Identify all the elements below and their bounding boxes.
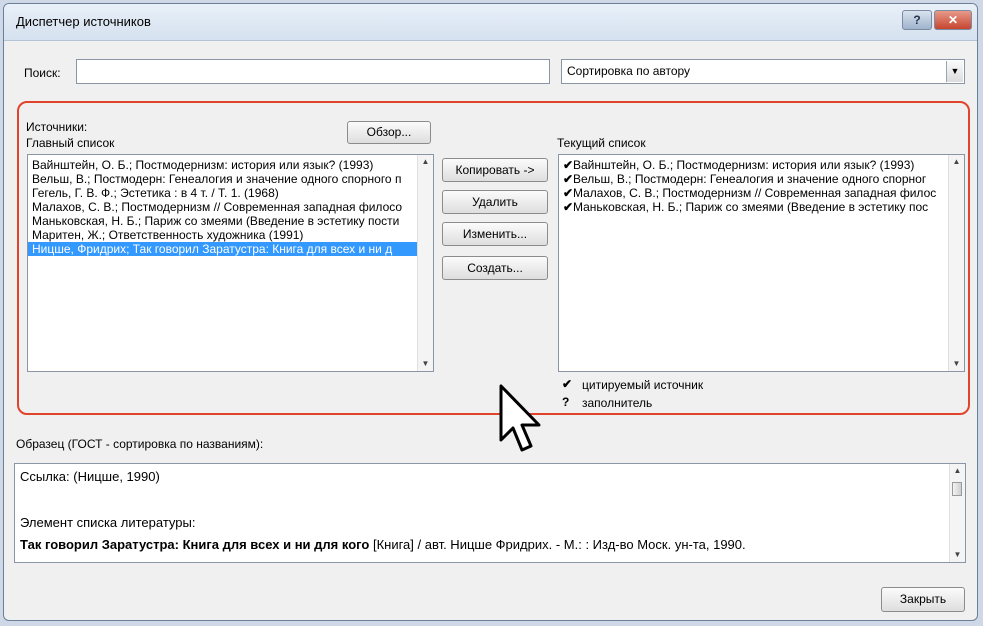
list-item-text: Вайнштейн, О. Б.; Постмодернизм: история… [573, 158, 915, 172]
current-list-label: Текущий список [557, 136, 646, 150]
sort-select-value: Сортировка по автору [567, 64, 691, 78]
preview-bib-heading: Элемент списка литературы: [20, 515, 196, 530]
check-icon: ✔ [563, 200, 574, 214]
preview-bib-entry: Так говорил Заратустра: Книга для всех и… [20, 537, 746, 552]
scroll-down-icon[interactable]: ▼ [950, 548, 965, 562]
master-list-label: Главный список [26, 136, 115, 150]
preview-scrollbar[interactable]: ▲ ▼ [949, 464, 965, 562]
sources-label: Источники: [26, 120, 88, 134]
title-bar: Диспетчер источников ? ✕ [4, 4, 977, 41]
sort-select[interactable]: Сортировка по автору ▼ [561, 59, 965, 84]
cited-check-icon: ✔ [562, 377, 573, 391]
mouse-cursor-icon [499, 384, 541, 452]
list-item[interactable]: Малахов, С. В.; Постмодернизм // Совреме… [28, 200, 417, 214]
list-item-text: Вельш, В.; Постмодерн: Генеалогия и знач… [573, 172, 927, 186]
create-button[interactable]: Создать... [442, 256, 548, 280]
list-item[interactable]: Маньковская, Н. Б.; Париж со змеями (Вве… [28, 214, 417, 228]
preview-box: Ссылка: (Ницше, 1990) Элемент списка лит… [14, 463, 966, 563]
list-item[interactable]: ✔Маньковская, Н. Б.; Париж со змеями (Вв… [559, 200, 948, 214]
delete-button[interactable]: Удалить [442, 190, 548, 214]
list-item[interactable]: ✔Малахов, С. В.; Постмодернизм // Соврем… [559, 186, 948, 200]
scroll-down-icon[interactable]: ▼ [949, 357, 964, 371]
help-button[interactable]: ? [902, 10, 932, 30]
preview-bib-rest: [Книга] / авт. Ницше Фридрих. - М.: : Из… [369, 537, 746, 552]
master-list-items: Вайнштейн, О. Б.; Постмодернизм: история… [28, 158, 417, 256]
scroll-up-icon[interactable]: ▲ [949, 155, 964, 169]
cited-legend-label: цитируемый источник [582, 378, 704, 392]
close-button[interactable]: Закрыть [881, 587, 965, 612]
list-item-text: Малахов, С. В.; Постмодернизм // Совреме… [573, 186, 937, 200]
master-list[interactable]: Вайнштейн, О. Б.; Постмодернизм: история… [27, 154, 434, 372]
window-close-button[interactable]: ✕ [934, 10, 972, 30]
current-list-items: ✔Вайнштейн, О. Б.; Постмодернизм: истори… [559, 158, 948, 214]
browse-button[interactable]: Обзор... [347, 121, 431, 144]
check-icon: ✔ [563, 158, 574, 172]
current-list-scrollbar[interactable]: ▲ ▼ [948, 155, 964, 371]
scroll-up-icon[interactable]: ▲ [950, 464, 965, 478]
current-list[interactable]: ✔Вайнштейн, О. Б.; Постмодернизм: истори… [558, 154, 965, 372]
edit-button[interactable]: Изменить... [442, 222, 548, 246]
scroll-thumb[interactable] [952, 482, 962, 496]
placeholder-legend-label: заполнитель [582, 396, 653, 410]
preview-label: Образец (ГОСТ - сортировка по названиям)… [16, 437, 264, 451]
scroll-up-icon[interactable]: ▲ [418, 155, 433, 169]
master-list-scrollbar[interactable]: ▲ ▼ [417, 155, 433, 371]
list-item[interactable]: Вайнштейн, О. Б.; Постмодернизм: история… [28, 158, 417, 172]
preview-citation: Ссылка: (Ницше, 1990) [20, 469, 160, 484]
chevron-down-icon[interactable]: ▼ [946, 61, 963, 82]
preview-bib-title: Так говорил Заратустра: Книга для всех и… [20, 537, 370, 552]
dialog-title: Диспетчер источников [16, 14, 151, 29]
check-icon: ✔ [563, 172, 574, 186]
check-icon: ✔ [563, 186, 574, 200]
list-item-text: Маньковская, Н. Б.; Париж со змеями (Вве… [573, 200, 929, 214]
search-label: Поиск: [24, 66, 61, 80]
list-item-selected[interactable]: Ницше, Фридрих; Так говорил Заратустра: … [28, 242, 417, 256]
list-item[interactable]: Маритен, Ж.; Ответственность художника (… [28, 228, 417, 242]
scroll-down-icon[interactable]: ▼ [418, 357, 433, 371]
list-item[interactable]: Гегель, Г. В. Ф.; Эстетика : в 4 т. / Т.… [28, 186, 417, 200]
search-input[interactable] [76, 59, 550, 84]
source-manager-dialog: Диспетчер источников ? ✕ Поиск: Сортиров… [3, 3, 978, 621]
placeholder-question-icon: ? [562, 395, 570, 409]
list-item[interactable]: ✔Вайнштейн, О. Б.; Постмодернизм: истори… [559, 158, 948, 172]
list-item[interactable]: Вельш, В.; Постмодерн: Генеалогия и знач… [28, 172, 417, 186]
list-item[interactable]: ✔Вельш, В.; Постмодерн: Генеалогия и зна… [559, 172, 948, 186]
copy-button[interactable]: Копировать -> [442, 158, 548, 182]
